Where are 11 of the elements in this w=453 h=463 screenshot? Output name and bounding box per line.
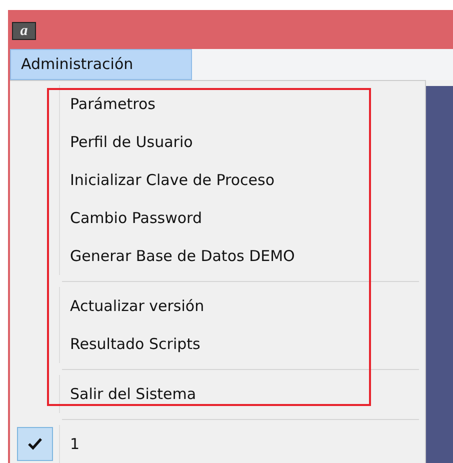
menu-item[interactable]: Parámetros [70,95,156,113]
menu-item[interactable]: Inicializar Clave de Proceso [70,171,275,189]
menu-item[interactable]: Perfil de Usuario [70,133,193,151]
app-icon: a [12,22,36,40]
menu-item[interactable]: 1 [70,435,80,453]
menu-item[interactable]: Salir del Sistema [70,385,196,403]
menu-item[interactable]: Cambio Password [70,209,202,227]
menu-bar-item[interactable]: Administración [10,48,192,80]
menu-item[interactable]: Resultado Scripts [70,335,200,353]
menu-item[interactable]: Generar Base de Datos DEMO [70,247,295,265]
menu-item[interactable]: Actualizar versión [70,297,204,315]
